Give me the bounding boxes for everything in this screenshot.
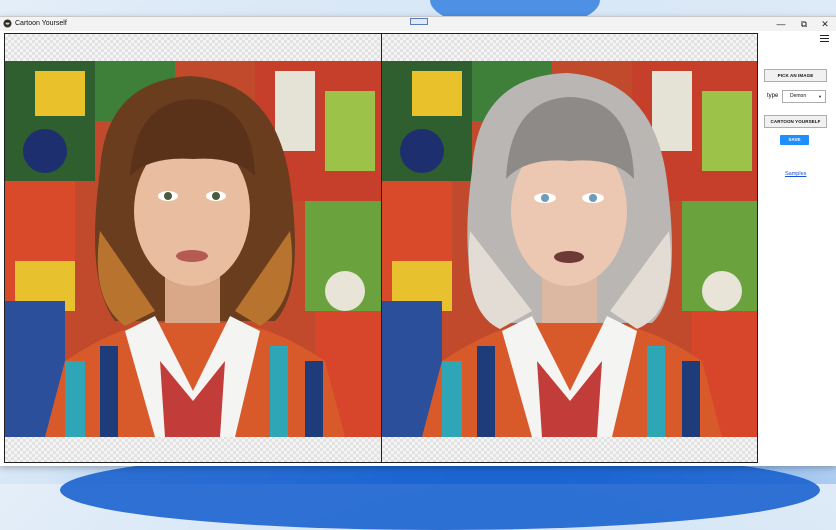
app-window: Cartoon Yourself — ⧉ ✕ PICK AN IMAGE typ…	[0, 16, 836, 466]
maximize-button[interactable]: ⧉	[793, 17, 815, 31]
cartoon-photo	[382, 61, 757, 437]
type-select[interactable]: Demon ▼	[782, 90, 826, 103]
type-label: type	[767, 93, 779, 99]
cartoon-yourself-button[interactable]: CARTOON YOURSELF	[764, 115, 827, 128]
control-sidebar: PICK AN IMAGE type Demon ▼ CARTOON YOURS…	[758, 31, 836, 466]
samples-link[interactable]: Samples	[785, 171, 806, 177]
close-button[interactable]: ✕	[814, 17, 836, 31]
original-image-panel	[4, 33, 382, 463]
minimize-button[interactable]: —	[770, 17, 792, 31]
type-select-value: Demon	[790, 93, 807, 99]
menu-icon[interactable]	[820, 35, 829, 42]
pick-image-button[interactable]: PICK AN IMAGE	[764, 69, 827, 82]
save-button[interactable]: SAVE	[780, 135, 809, 145]
result-image-panel	[381, 33, 758, 463]
app-icon	[3, 19, 12, 28]
snap-layout-handle[interactable]	[410, 18, 428, 25]
title-bar: Cartoon Yourself — ⧉ ✕	[0, 17, 836, 31]
original-photo	[5, 61, 381, 437]
window-title: Cartoon Yourself	[15, 20, 67, 27]
chevron-down-icon: ▼	[818, 94, 822, 99]
